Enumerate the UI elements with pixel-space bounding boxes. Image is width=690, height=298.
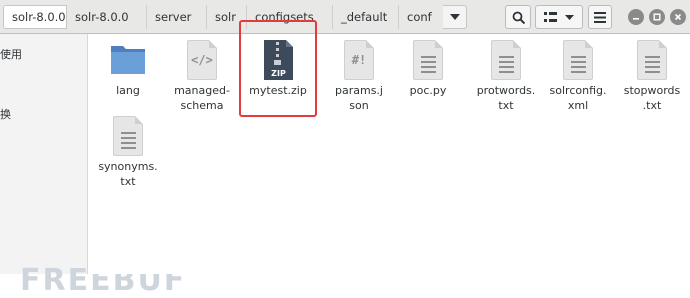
file-item-managed-schema[interactable]: </> managed-schema [165, 40, 239, 113]
list-view-icon [544, 11, 557, 22]
file-item-params-json[interactable]: #! params.json [322, 40, 396, 113]
breadcrumb-segment[interactable]: solr-8.0.0 [67, 5, 147, 29]
view-options-button[interactable] [535, 5, 583, 29]
header-bar: solr-8.0.0 solr-8.0.0 server solr config… [0, 0, 690, 34]
minimize-button[interactable] [628, 9, 644, 25]
breadcrumb-segment[interactable]: solr-8.0.0 [3, 5, 67, 29]
breadcrumb-dropdown-button[interactable] [443, 5, 467, 29]
maximize-button[interactable] [649, 9, 665, 25]
menu-button[interactable] [588, 5, 612, 29]
text-file-icon [110, 116, 146, 156]
file-name: protwords.txt [476, 84, 536, 112]
close-icon [674, 13, 682, 21]
hamburger-menu-icon [594, 11, 606, 23]
sidebar: 使用 换 FREEBUF [0, 34, 184, 298]
breadcrumb-segment-current[interactable]: conf [399, 5, 443, 29]
sidebar-item-label[interactable]: 使用 [0, 46, 22, 62]
script-file-icon: #! [341, 40, 377, 80]
search-button[interactable] [505, 5, 531, 29]
file-name: poc.py [409, 84, 447, 97]
chevron-down-icon [449, 14, 460, 20]
highlight-annotation-box [239, 20, 317, 117]
file-item-stopwords-txt[interactable]: stopwords.txt [615, 40, 689, 113]
text-file-icon [560, 40, 596, 80]
file-item-solrconfig-xml[interactable]: solrconfig.xml [541, 40, 615, 113]
file-view: lang </> managed-schema ZIP mytest.zip #… [88, 20, 690, 274]
file-name: solrconfig.xml [549, 84, 607, 112]
text-file-icon [634, 40, 670, 80]
maximize-icon [653, 13, 661, 21]
minimize-icon [633, 18, 639, 20]
file-name: lang [116, 84, 140, 97]
file-name: stopwords.txt [623, 84, 681, 112]
file-name: synonyms.txt [98, 160, 158, 188]
code-file-icon: </> [184, 40, 220, 80]
breadcrumb-segment[interactable]: _default [333, 5, 399, 29]
file-item-synonyms-txt[interactable]: synonyms.txt [91, 116, 165, 189]
text-file-icon [488, 40, 524, 80]
file-item-lang[interactable]: lang [91, 40, 165, 98]
search-icon [512, 11, 525, 24]
text-file-icon [410, 40, 446, 80]
folder-icon [110, 40, 146, 80]
close-button[interactable] [670, 9, 686, 25]
breadcrumb-segment[interactable]: server [147, 5, 207, 29]
sidebar-item-label[interactable]: 换 [0, 106, 11, 122]
file-name: params.json [335, 84, 383, 112]
file-item-protwords-txt[interactable]: protwords.txt [469, 40, 543, 113]
file-item-poc-py[interactable]: poc.py [391, 40, 465, 98]
chevron-down-icon [565, 14, 574, 20]
file-name: managed-schema [174, 84, 230, 112]
